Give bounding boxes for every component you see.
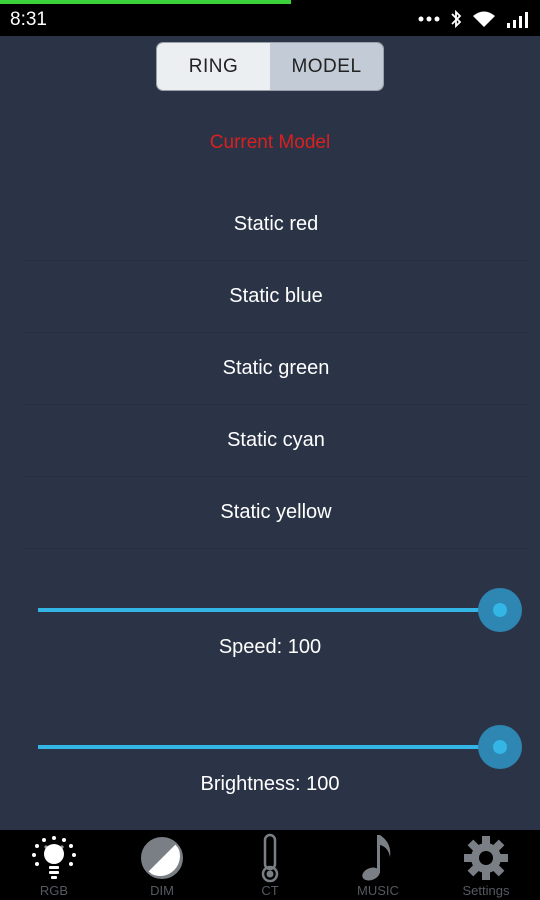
speed-slider-thumb-center xyxy=(493,603,507,617)
speed-label: Speed: 100 xyxy=(218,636,322,658)
status-icons xyxy=(418,6,530,32)
brightness-slider[interactable] xyxy=(38,725,522,769)
brightness-slider-thumb-center xyxy=(493,740,507,754)
nav-item-rgb[interactable]: RGB xyxy=(0,830,108,900)
model-item-static-blue[interactable]: Static blue xyxy=(22,261,530,333)
rgb-bulb-icon xyxy=(26,833,82,883)
more-dots-icon xyxy=(418,15,440,23)
ring-tab[interactable]: RING xyxy=(157,43,270,90)
nav-item-ct[interactable]: CT xyxy=(216,830,324,900)
nav-item-music[interactable]: MUSIC xyxy=(324,830,432,900)
model-item-static-cyan[interactable]: Static cyan xyxy=(22,405,530,477)
speed-slider[interactable] xyxy=(38,588,522,632)
nav-label-dim: DIM xyxy=(150,883,174,898)
model-item-static-green[interactable]: Static green xyxy=(22,333,530,405)
nav-label-ct: CT xyxy=(261,883,279,898)
download-progress-line xyxy=(0,0,291,4)
brightness-slider-track[interactable] xyxy=(38,745,500,749)
music-note-icon xyxy=(358,833,398,883)
nav-label-music: MUSIC xyxy=(357,883,399,898)
bottom-nav: RGB DIM CT MUSIC Settings xyxy=(0,830,540,900)
nav-label-rgb: RGB xyxy=(39,883,69,898)
model-item-static-yellow[interactable]: Static yellow xyxy=(22,477,530,549)
status-bar: 8:31 xyxy=(0,0,540,36)
mode-toggle: RING MODEL xyxy=(157,43,383,90)
model-list: Static red Static blue Static green Stat… xyxy=(22,189,530,549)
model-item-static-red[interactable]: Static red xyxy=(22,189,530,261)
current-model-label: Current Model xyxy=(209,132,331,153)
thermometer-icon xyxy=(258,833,282,883)
speed-slider-track[interactable] xyxy=(38,608,500,612)
dim-half-circle-icon xyxy=(139,833,185,883)
signal-icon xyxy=(506,10,530,28)
model-tab[interactable]: MODEL xyxy=(270,43,383,90)
brightness-label: Brightness: 100 xyxy=(200,773,340,795)
wifi-icon xyxy=(472,10,496,28)
status-time: 8:31 xyxy=(10,9,47,30)
nav-item-dim[interactable]: DIM xyxy=(108,830,216,900)
brightness-slider-thumb[interactable] xyxy=(478,725,522,769)
nav-item-settings[interactable]: Settings xyxy=(432,830,540,900)
speed-slider-thumb[interactable] xyxy=(478,588,522,632)
gear-icon xyxy=(461,833,511,883)
bluetooth-icon xyxy=(450,9,462,29)
nav-label-settings: Settings xyxy=(462,883,510,898)
